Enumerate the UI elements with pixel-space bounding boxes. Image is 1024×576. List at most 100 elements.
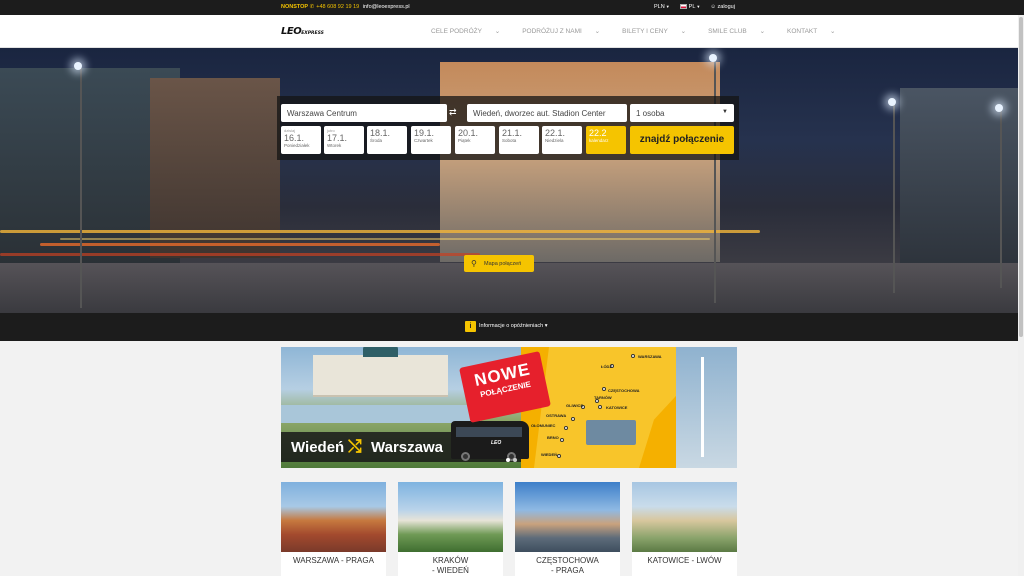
passengers-select[interactable]: 1 osoba ▼ — [630, 104, 734, 122]
chevron-down-icon: ▼ — [696, 4, 701, 9]
date-option[interactable]: jutro 17.1. Wtorek — [324, 126, 364, 154]
leo-express-logo[interactable]: LEOEXPRESS — [281, 26, 324, 37]
nav-item-tickets-prices[interactable]: BILETY I CENY ⌄ — [622, 27, 697, 35]
bus-image: LEO — [451, 421, 529, 461]
find-connection-button[interactable]: znajdź połączenie — [630, 126, 734, 154]
chevron-down-icon: ⌄ — [494, 28, 501, 35]
email-link[interactable]: info@leoexpress.pl — [363, 4, 410, 10]
nav-item-destinations[interactable]: CELE PODRÓŻY ⌄ — [431, 27, 511, 35]
street-lamp — [714, 58, 716, 303]
chevron-down-icon: ▾ — [544, 323, 548, 329]
nav-item-contact[interactable]: KONTAKT ⌄ — [787, 27, 846, 35]
date-option[interactable]: 22.1. Niedziela — [542, 126, 582, 154]
bus-window — [456, 427, 522, 437]
login-label: zaloguj — [717, 4, 735, 10]
logo-sub: EXPRESS — [301, 31, 324, 36]
card-label: WARSZAWA - PRAGA — [293, 556, 374, 565]
card-image-lviv — [632, 482, 737, 552]
promo-banner[interactable]: WARSZAWA ŁÓDŹ CZĘSTOCHOWA TARNÓW KATOWIC… — [281, 347, 737, 468]
scrollbar-thumb[interactable] — [1019, 17, 1023, 337]
date-day: Niedziela — [545, 138, 564, 143]
date-option[interactable]: dzisiaj 16.1. Poniedziałek — [281, 126, 321, 154]
date-num: 21.1. — [502, 128, 523, 138]
map-stop — [602, 387, 606, 391]
connections-map-button[interactable]: ⚲ Mapa połączeń — [464, 255, 534, 272]
card-label: KATOWICE - LWÓW — [647, 556, 722, 565]
street-lamp — [1000, 108, 1002, 288]
nav-item-travel-with-us[interactable]: PODRÓŻUJ Z NAMI ⌄ — [522, 27, 611, 35]
map-stop-label: TARNÓW — [594, 395, 612, 400]
map-stop-label: GLIWICE — [566, 403, 584, 408]
street-lamp — [893, 103, 895, 293]
date-day: Sobota — [502, 138, 517, 143]
destination-card-warszawa-praga[interactable]: WARSZAWA - PRAGA — [281, 482, 386, 576]
date-day: Poniedziałek — [284, 143, 310, 148]
map-stop-label: ŁÓDŹ — [601, 364, 612, 369]
map-stop-label: KATOWICE — [606, 405, 628, 410]
search-form: Warszawa Centrum ⇄ Wiedeń, dworzec aut. … — [277, 96, 739, 160]
date-num: 22.2 — [589, 128, 607, 138]
poland-flag-icon — [679, 4, 687, 10]
map-stop-label: OSTRAWA — [546, 413, 567, 418]
date-option[interactable]: 21.1. Sobota — [499, 126, 539, 154]
top-bar-right: PLN▼ PL▼ ☺ zaloguj — [654, 4, 735, 10]
nav-item-label: CELE PODRÓŻY — [431, 28, 482, 35]
map-button-label: Mapa połączeń — [484, 261, 522, 267]
nav-item-label: PODRÓŻUJ Z NAMI — [522, 28, 582, 35]
carousel-dot[interactable] — [513, 458, 517, 462]
chevron-down-icon: ▼ — [665, 4, 670, 9]
card-label-line: - PRAGA — [551, 566, 584, 575]
destination-card-czestochowa-praga[interactable]: CZĘSTOCHOWA - PRAGA — [515, 482, 620, 576]
card-label-line: - WIEDEŃ — [432, 566, 469, 575]
bus-logo: LEO — [491, 440, 502, 446]
date-num: 18.1. — [370, 128, 391, 138]
destination-card-katowice-lwow[interactable]: KATOWICE - LWÓW — [632, 482, 737, 576]
route-arrow-icon: ⤭ — [348, 437, 362, 456]
destination-card-krakow-wieden[interactable]: KRAKÓW - WIEDEŃ — [398, 482, 503, 576]
map-icon: ⚲ — [471, 259, 477, 268]
nav-item-smile-club[interactable]: SMILE CLUB ⌄ — [708, 27, 776, 35]
calendar-date-option[interactable]: 22.2 kalendarz — [586, 126, 626, 154]
lamp-light — [709, 54, 717, 62]
map-stop-label: CZĘSTOCHOWA — [608, 388, 640, 393]
passengers-value: 1 osoba — [636, 109, 665, 118]
date-num: 17.1. — [327, 133, 348, 143]
language-select[interactable]: PL▼ — [679, 4, 701, 10]
date-day: Wtorek — [327, 143, 342, 148]
info-icon: i — [465, 321, 476, 332]
card-label: KRAKÓW - WIEDEŃ — [398, 556, 503, 576]
map-stop-label: WARSZAWA — [638, 354, 662, 359]
banner-city-photo — [586, 420, 636, 445]
nav-item-label: SMILE CLUB — [708, 28, 747, 35]
nav-item-label: BILETY I CENY — [622, 28, 668, 35]
delay-info-label: Informacje o opóźnieniach — [479, 323, 544, 329]
currency-select[interactable]: PLN▼ — [654, 4, 670, 10]
page-scrollbar[interactable] — [1018, 15, 1024, 576]
date-day: Piątek — [458, 138, 471, 143]
date-num: 19.1. — [414, 128, 435, 138]
logo-main: LEO — [281, 26, 302, 37]
login-link[interactable]: ☺ zaloguj — [710, 4, 735, 10]
card-label-line: CZĘSTOCHOWA — [536, 556, 599, 565]
to-station-input[interactable]: Wiedeń, dworzec aut. Stadion Center — [467, 104, 627, 122]
carousel-dot[interactable] — [506, 458, 510, 462]
date-option[interactable]: 18.1. Środa — [367, 126, 407, 154]
delay-info-link[interactable]: Informacje o opóźnieniach ▾ — [479, 323, 548, 329]
map-stop-label: OŁOMUNIEC — [531, 423, 556, 428]
nav-menu: CELE PODRÓŻY ⌄ PODRÓŻUJ Z NAMI ⌄ BILETY … — [431, 27, 858, 35]
chevron-down-icon: ⌄ — [680, 28, 687, 35]
swap-stations-icon[interactable]: ⇄ — [449, 107, 457, 118]
date-option[interactable]: 20.1. Piątek — [455, 126, 495, 154]
light-streak — [0, 253, 480, 256]
light-streak — [40, 243, 440, 246]
map-stop — [571, 417, 575, 421]
date-option[interactable]: 19.1. Czwartek — [411, 126, 451, 154]
delay-info-bar: i Informacje o opóźnieniach ▾ — [0, 313, 1018, 341]
lamp-light — [888, 98, 896, 106]
from-station-input[interactable]: Warszawa Centrum — [281, 104, 447, 122]
map-stop — [598, 405, 602, 409]
phone-icon: ✆ — [309, 4, 315, 10]
phone-link[interactable]: +48 608 92 19 19 — [316, 4, 359, 10]
date-day: Środa — [370, 138, 383, 143]
banner-city-a: Wiedeń — [291, 439, 345, 456]
